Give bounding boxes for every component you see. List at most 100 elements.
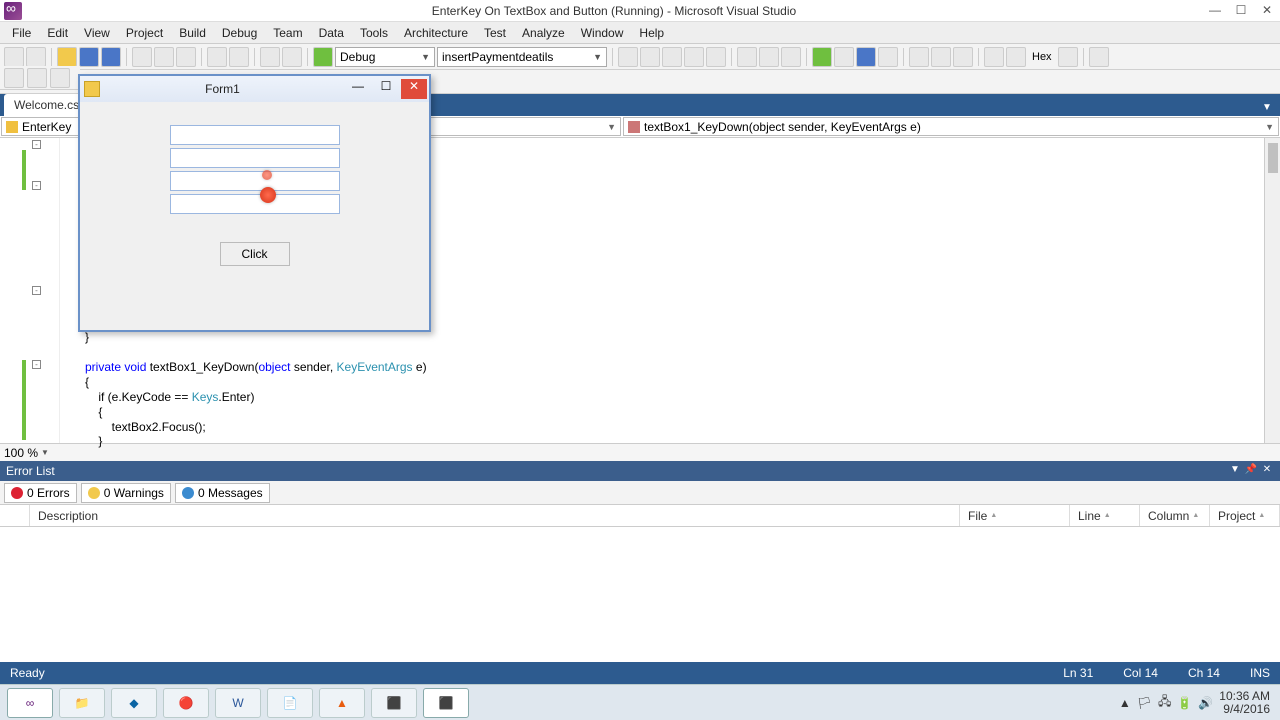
- sec-tool-b[interactable]: [27, 68, 47, 88]
- tray-battery-icon[interactable]: 🔋: [1177, 696, 1192, 710]
- menu-project[interactable]: Project: [118, 24, 171, 42]
- form-close-button[interactable]: ✕: [401, 79, 427, 99]
- save-all-button[interactable]: [101, 47, 121, 67]
- pause-button[interactable]: [834, 47, 854, 67]
- taskbar-notepad[interactable]: 📄: [267, 688, 313, 718]
- cut-button[interactable]: [132, 47, 152, 67]
- tool-btn-d[interactable]: [684, 47, 704, 67]
- tab-welcome-cs[interactable]: Welcome.cs: [4, 94, 89, 116]
- tray-flag-icon[interactable]: 🏳: [1137, 696, 1152, 710]
- col-file[interactable]: File▲: [960, 505, 1070, 526]
- warnings-filter[interactable]: 0 Warnings: [81, 483, 171, 503]
- menu-file[interactable]: File: [4, 24, 39, 42]
- tool-btn-b[interactable]: [640, 47, 660, 67]
- new-project-button[interactable]: [4, 47, 24, 67]
- nav-back-button[interactable]: [260, 47, 280, 67]
- tool-btn-k[interactable]: [1058, 47, 1078, 67]
- close-button[interactable]: ✕: [1254, 1, 1280, 21]
- paste-button[interactable]: [176, 47, 196, 67]
- taskbar-form-app[interactable]: ⬛: [423, 688, 469, 718]
- save-button[interactable]: [79, 47, 99, 67]
- vertical-scrollbar[interactable]: [1264, 138, 1280, 443]
- menu-test[interactable]: Test: [476, 24, 514, 42]
- textbox-4[interactable]: [170, 194, 340, 214]
- continue-button[interactable]: [812, 47, 832, 67]
- tool-btn-a[interactable]: [618, 47, 638, 67]
- col-column[interactable]: Column▲: [1140, 505, 1210, 526]
- taskbar-teamviewer[interactable]: ◆: [111, 688, 157, 718]
- copy-button[interactable]: [154, 47, 174, 67]
- open-button[interactable]: [57, 47, 77, 67]
- form-minimize-button[interactable]: —: [345, 79, 371, 99]
- errorlist-close-icon[interactable]: ✕: [1260, 464, 1274, 478]
- taskbar-vs[interactable]: ∞: [7, 688, 53, 718]
- taskbar-word[interactable]: W: [215, 688, 261, 718]
- textbox-2[interactable]: [170, 148, 340, 168]
- col-project[interactable]: Project▲: [1210, 505, 1280, 526]
- outline-toggle-icon[interactable]: -: [32, 140, 41, 149]
- step-into-button[interactable]: [909, 47, 929, 67]
- textbox-1[interactable]: [170, 125, 340, 145]
- restart-button[interactable]: [878, 47, 898, 67]
- redo-button[interactable]: [229, 47, 249, 67]
- tool-btn-h[interactable]: [781, 47, 801, 67]
- tab-dropdown-icon[interactable]: ▼: [1262, 102, 1276, 116]
- taskbar-chrome[interactable]: 🔴: [163, 688, 209, 718]
- start-debug-button[interactable]: [313, 47, 333, 67]
- menu-edit[interactable]: Edit: [39, 24, 76, 42]
- menu-build[interactable]: Build: [171, 24, 214, 42]
- form-titlebar[interactable]: Form1 — ☐ ✕: [80, 76, 429, 102]
- col-description[interactable]: Description: [30, 505, 960, 526]
- menu-data[interactable]: Data: [311, 24, 352, 42]
- tool-btn-f[interactable]: [737, 47, 757, 67]
- hex-label[interactable]: Hex: [1028, 51, 1056, 63]
- add-item-button[interactable]: [26, 47, 46, 67]
- tray-network-icon[interactable]: 🖧: [1158, 692, 1171, 713]
- step-over-button[interactable]: [931, 47, 951, 67]
- config-combo[interactable]: Debug▼: [335, 47, 435, 67]
- minimize-button[interactable]: —: [1202, 1, 1228, 21]
- zoom-combo[interactable]: 100 %: [4, 446, 38, 460]
- sec-tool-c[interactable]: [50, 68, 70, 88]
- menu-help[interactable]: Help: [631, 24, 672, 42]
- menu-team[interactable]: Team: [265, 24, 310, 42]
- running-form-window[interactable]: Form1 — ☐ ✕ Click: [78, 74, 431, 332]
- messages-filter[interactable]: 0 Messages: [175, 483, 270, 503]
- textbox-3[interactable]: [170, 171, 340, 191]
- tool-btn-e[interactable]: [706, 47, 726, 67]
- tool-btn-g[interactable]: [759, 47, 779, 67]
- menu-analyze[interactable]: Analyze: [514, 24, 573, 42]
- form-maximize-button[interactable]: ☐: [373, 79, 399, 99]
- nav-fwd-button[interactable]: [282, 47, 302, 67]
- outline-toggle-icon[interactable]: -: [32, 181, 41, 190]
- outline-toggle-icon[interactable]: -: [32, 360, 41, 369]
- tray-volume-icon[interactable]: 🔊: [1198, 696, 1213, 710]
- click-button[interactable]: Click: [220, 242, 290, 266]
- tool-btn-i[interactable]: [984, 47, 1004, 67]
- taskbar-vlc[interactable]: ▲: [319, 688, 365, 718]
- stop-button[interactable]: [856, 47, 876, 67]
- menu-view[interactable]: View: [76, 24, 118, 42]
- taskbar-app-a[interactable]: ⬛: [371, 688, 417, 718]
- tool-btn-c[interactable]: [662, 47, 682, 67]
- tool-btn-j[interactable]: [1006, 47, 1026, 67]
- outline-toggle-icon[interactable]: -: [32, 286, 41, 295]
- tray-up-icon[interactable]: ▲: [1119, 696, 1131, 710]
- taskbar-explorer[interactable]: 📁: [59, 688, 105, 718]
- error-list-header[interactable]: Error List ▼ 📌 ✕: [0, 461, 1280, 481]
- tray-clock[interactable]: 10:36 AM 9/4/2016: [1219, 690, 1270, 716]
- menu-architecture[interactable]: Architecture: [396, 24, 476, 42]
- menu-window[interactable]: Window: [573, 24, 632, 42]
- scrollbar-thumb[interactable]: [1268, 143, 1278, 173]
- undo-button[interactable]: [207, 47, 227, 67]
- step-out-button[interactable]: [953, 47, 973, 67]
- errorlist-dropdown-icon[interactable]: ▼: [1228, 464, 1242, 478]
- errorlist-pin-icon[interactable]: 📌: [1244, 464, 1258, 478]
- startup-combo[interactable]: insertPaymentdeatils▼: [437, 47, 607, 67]
- member-combo[interactable]: textBox1_KeyDown(object sender, KeyEvent…: [623, 117, 1279, 136]
- col-line[interactable]: Line▲: [1070, 505, 1140, 526]
- tool-btn-l[interactable]: [1089, 47, 1109, 67]
- col-icon[interactable]: [0, 505, 30, 526]
- menu-tools[interactable]: Tools: [352, 24, 396, 42]
- errors-filter[interactable]: 0 Errors: [4, 483, 77, 503]
